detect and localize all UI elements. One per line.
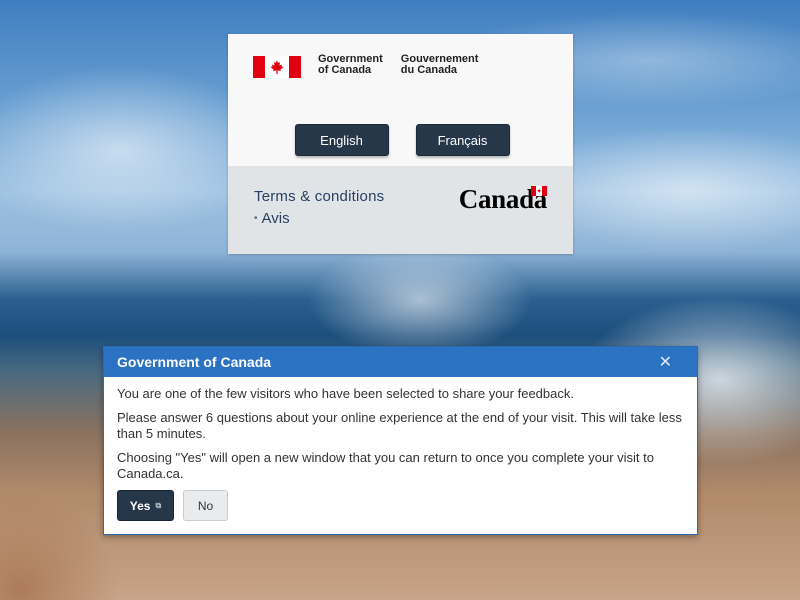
canada-flag-icon (253, 56, 301, 78)
external-link-icon: ⧉ (155, 500, 162, 510)
dialog-header: Government of Canada ✕ (104, 347, 697, 377)
language-splash-card: Government of Canada Gouvernement du Can… (228, 34, 573, 254)
canada-wordmark: Canadä ✦ (459, 184, 548, 215)
signature-fr-line2: du Canada (400, 64, 458, 76)
close-icon[interactable]: ✕ (659, 352, 672, 372)
splash-footer: Terms & conditions • Avis Canadä ✦ (228, 166, 573, 254)
dialog-paragraph-3: Choosing "Yes" will open a new window th… (117, 450, 654, 481)
dialog-paragraph-1: You are one of the few visitors who have… (117, 386, 574, 401)
dialog-title: Government of Canada (117, 354, 272, 370)
bullet-icon: • (254, 213, 258, 224)
maple-leaf-icon (270, 60, 284, 74)
signature-french: Gouvernement du Canada (401, 54, 479, 76)
wordmark-flag-icon: ✦ (531, 186, 547, 196)
dialog-paragraph-2: Please answer 6 questions about your onl… (117, 410, 682, 441)
english-button[interactable]: English (294, 124, 389, 156)
no-button[interactable]: No (183, 490, 228, 521)
language-selector: English Français (253, 124, 549, 156)
dialog-body: You are one of the few visitors who have… (104, 377, 697, 521)
french-button[interactable]: Français (415, 124, 510, 156)
signature-english: Government of Canada (318, 54, 383, 76)
dialog-actions: Yes ⧉ No (117, 490, 684, 521)
signature-en-line2: of Canada (318, 64, 372, 76)
splash-header: Government of Canada Gouvernement du Can… (228, 34, 573, 166)
feedback-invitation-dialog: Government of Canada ✕ You are one of th… (103, 346, 698, 535)
avis-link[interactable]: Avis (262, 210, 290, 227)
yes-button[interactable]: Yes ⧉ (117, 490, 174, 521)
yes-label: Yes (129, 498, 151, 513)
government-signature: Government of Canada Gouvernement du Can… (253, 54, 549, 98)
